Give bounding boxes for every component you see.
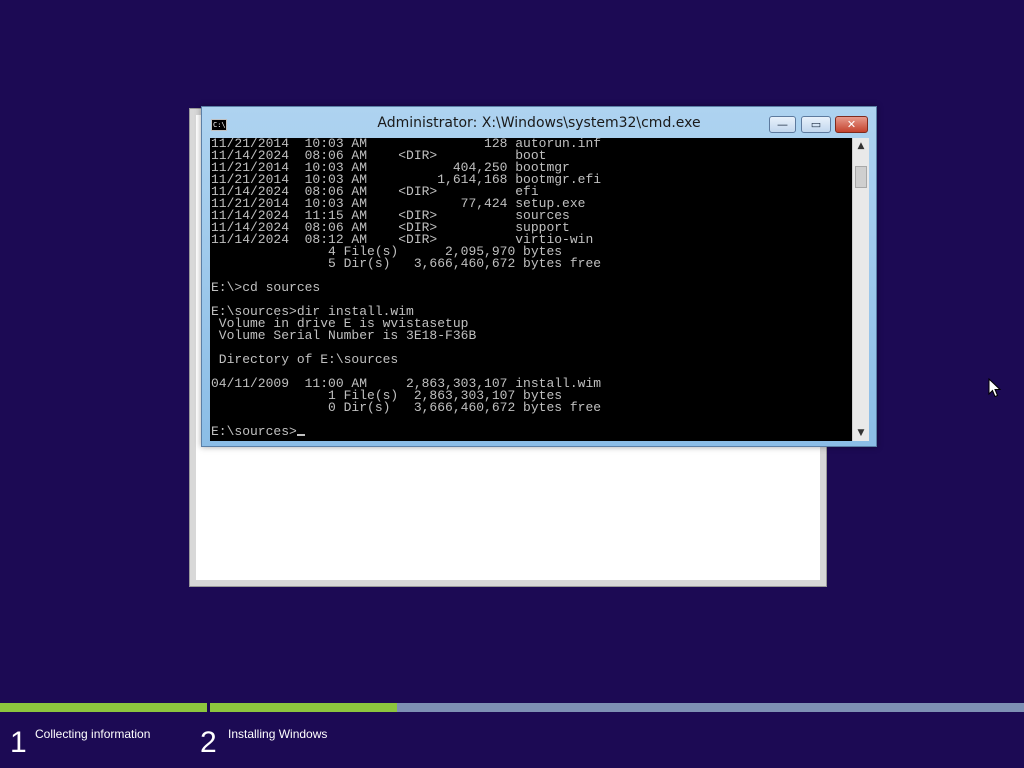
maximize-icon: ▭ — [810, 118, 822, 131]
progress-segment-installing-windows — [210, 703, 1024, 712]
console-line: 0 Dir(s) 3,666,460,672 bytes free — [211, 400, 602, 415]
scroll-up-arrow-icon[interactable]: ▲ — [853, 138, 869, 154]
console-output-area[interactable]: 11/21/2014 10:03 AM 128 autorun.inf 11/1… — [210, 138, 852, 441]
progress-fill — [210, 703, 398, 712]
step-label: Collecting information — [35, 727, 151, 741]
mouse-pointer-icon — [988, 378, 1002, 398]
scrollbar-thumb[interactable] — [855, 166, 867, 188]
scroll-down-arrow-icon[interactable]: ▼ — [853, 425, 869, 441]
progress-fill — [0, 703, 207, 712]
close-button[interactable]: ✕ — [835, 116, 868, 133]
step-number: 2 — [200, 726, 217, 759]
console-line: E:\>cd sources — [211, 280, 321, 295]
progress-segment-collecting-information — [0, 703, 207, 712]
setup-progress-bar — [0, 703, 1024, 713]
console-line: Directory of E:\sources — [211, 352, 399, 367]
console-text: 11/21/2014 10:03 AM 128 autorun.inf 11/1… — [210, 138, 852, 438]
maximize-button[interactable]: ▭ — [801, 116, 831, 133]
desktop: C:\ Administrator: X:\Windows\system32\c… — [0, 0, 1024, 768]
text-cursor — [296, 434, 305, 436]
console-line: E:\sources> — [211, 424, 297, 439]
close-icon: ✕ — [846, 118, 857, 131]
console-line: 5 Dir(s) 3,666,460,672 bytes free — [211, 256, 602, 271]
command-prompt-window[interactable]: C:\ Administrator: X:\Windows\system32\c… — [201, 106, 877, 447]
minimize-button[interactable]: — — [769, 116, 796, 133]
minimize-icon: — — [777, 118, 788, 131]
cmd-title-bar[interactable]: C:\ Administrator: X:\Windows\system32\c… — [202, 107, 876, 137]
step-label: Installing Windows — [228, 727, 328, 741]
step-number: 1 — [10, 726, 27, 759]
vertical-scrollbar[interactable]: ▲ ▼ — [852, 138, 869, 441]
console-line: Volume Serial Number is 3E18-F36B — [211, 328, 477, 343]
